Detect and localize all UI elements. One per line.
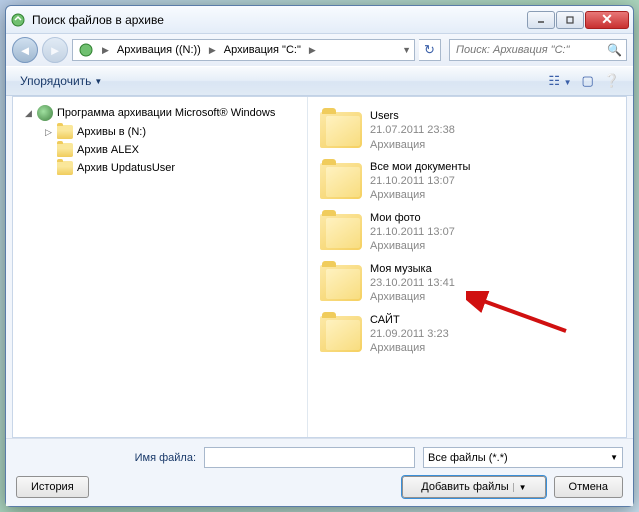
file-info: Мои фото21.10.2011 13:07Архивация [370,211,455,254]
file-item[interactable]: Моя музыка23.10.2011 13:41Архивация [316,258,618,309]
forward-button[interactable]: ► [42,37,68,63]
folder-icon [320,316,362,352]
tree-root[interactable]: ◢ Программа архивации Microsoft® Windows [13,103,307,123]
file-type: Архивация [370,138,455,152]
collapse-icon[interactable]: ◢ [25,108,37,119]
breadcrumb-item[interactable]: Архивация ((N:)) [112,40,206,60]
file-type: Архивация [370,341,449,355]
navigation-bar: ◄ ► ▶ Архивация ((N:)) ▶ Архивация "C:" … [6,34,633,66]
file-name: Все мои документы [370,160,470,174]
tree-label: Архивы в (N:) [77,126,146,138]
address-bar[interactable]: ▶ Архивация ((N:)) ▶ Архивация "C:" ▶ ▼ [72,39,415,61]
folder-icon [320,112,362,148]
filetype-value: Все файлы (*.*) [428,452,508,464]
dropdown-icon: ▼ [610,453,618,462]
folder-icon [320,214,362,250]
bottom-panel: Имя файла: Все файлы (*.*) ▼ История Доб… [6,438,633,506]
file-item[interactable]: САЙТ21.09.2011 3:23Архивация [316,309,618,360]
file-date: 23.10.2011 13:41 [370,276,455,290]
file-date: 21.10.2011 13:07 [370,225,455,239]
file-type: Архивация [370,239,455,253]
tree-item[interactable]: Архив ALEX [13,141,307,159]
filetype-dropdown[interactable]: Все файлы (*.*) ▼ [423,447,623,468]
tree-label: Архив UpdatusUser [77,162,175,174]
breadcrumb-separator-icon[interactable]: ▶ [206,40,219,60]
preview-pane-button[interactable]: ▢ [577,70,599,92]
help-button[interactable]: ❔ [599,70,625,92]
filename-label: Имя файла: [16,452,196,464]
close-button[interactable]: ✕ [585,11,629,29]
file-item[interactable]: Мои фото21.10.2011 13:07Архивация [316,207,618,258]
file-name: Мои фото [370,211,455,225]
organize-button[interactable]: Упорядочить ▼ [14,71,108,91]
window-title: Поиск файлов в архиве [32,13,527,27]
file-name: САЙТ [370,313,449,327]
refresh-button[interactable]: ↻ [419,39,441,61]
file-info: Моя музыка23.10.2011 13:41Архивация [370,262,455,305]
dialog-window: Поиск файлов в архиве ✕ ◄ ► ▶ Архивация … [5,5,634,507]
folder-icon [320,265,362,301]
backup-program-icon [37,105,53,121]
tree-label: Программа архивации Microsoft® Windows [57,107,275,119]
folder-icon [320,163,362,199]
address-dropdown-icon[interactable]: ▼ [399,40,414,60]
file-item[interactable]: Все мои документы21.10.2011 13:07Архивац… [316,156,618,207]
titlebar[interactable]: Поиск файлов в архиве ✕ [6,6,633,34]
breadcrumb-separator-icon[interactable]: ▶ [99,40,112,60]
file-info: Users21.07.2011 23:38Архивация [370,109,455,152]
file-type: Архивация [370,188,470,202]
app-icon [10,12,26,28]
tree-item[interactable]: ▷ Архивы в (N:) [13,123,307,141]
file-info: САЙТ21.09.2011 3:23Архивация [370,313,449,356]
search-icon: 🔍 [607,43,622,57]
tree-label: Архив ALEX [77,144,139,156]
file-date: 21.09.2011 3:23 [370,327,449,341]
file-list[interactable]: Users21.07.2011 23:38АрхивацияВсе мои до… [308,97,626,437]
maximize-button[interactable] [556,11,584,29]
folder-icon [57,125,73,139]
folder-icon [57,143,73,157]
filename-input[interactable] [204,447,415,468]
cancel-button[interactable]: Отмена [554,476,623,498]
search-input[interactable] [454,43,607,57]
add-files-button[interactable]: Добавить файлы ▼ [402,476,545,498]
view-options-button[interactable]: ☷ ▼ [543,70,576,92]
file-name: Моя музыка [370,262,455,276]
history-button[interactable]: История [16,476,89,498]
file-item[interactable]: Users21.07.2011 23:38Архивация [316,105,618,156]
file-name: Users [370,109,455,123]
breadcrumb-item[interactable]: Архивация "C:" [219,40,306,60]
tree-item[interactable]: Архив UpdatusUser [13,159,307,177]
search-box[interactable]: 🔍 [449,39,627,61]
toolbar: Упорядочить ▼ ☷ ▼ ▢ ❔ [6,66,633,96]
expand-icon[interactable]: ▷ [45,127,57,138]
file-date: 21.10.2011 13:07 [370,174,470,188]
folder-icon [57,161,73,175]
file-date: 21.07.2011 23:38 [370,123,455,137]
back-button[interactable]: ◄ [12,37,38,63]
minimize-button[interactable] [527,11,555,29]
breadcrumb-separator-icon[interactable]: ▶ [306,40,319,60]
file-info: Все мои документы21.10.2011 13:07Архивац… [370,160,470,203]
navigation-tree: ◢ Программа архивации Microsoft® Windows… [13,97,308,437]
file-type: Архивация [370,290,455,304]
content-area: ◢ Программа архивации Microsoft® Windows… [12,96,627,438]
breadcrumb-root[interactable] [73,40,99,60]
